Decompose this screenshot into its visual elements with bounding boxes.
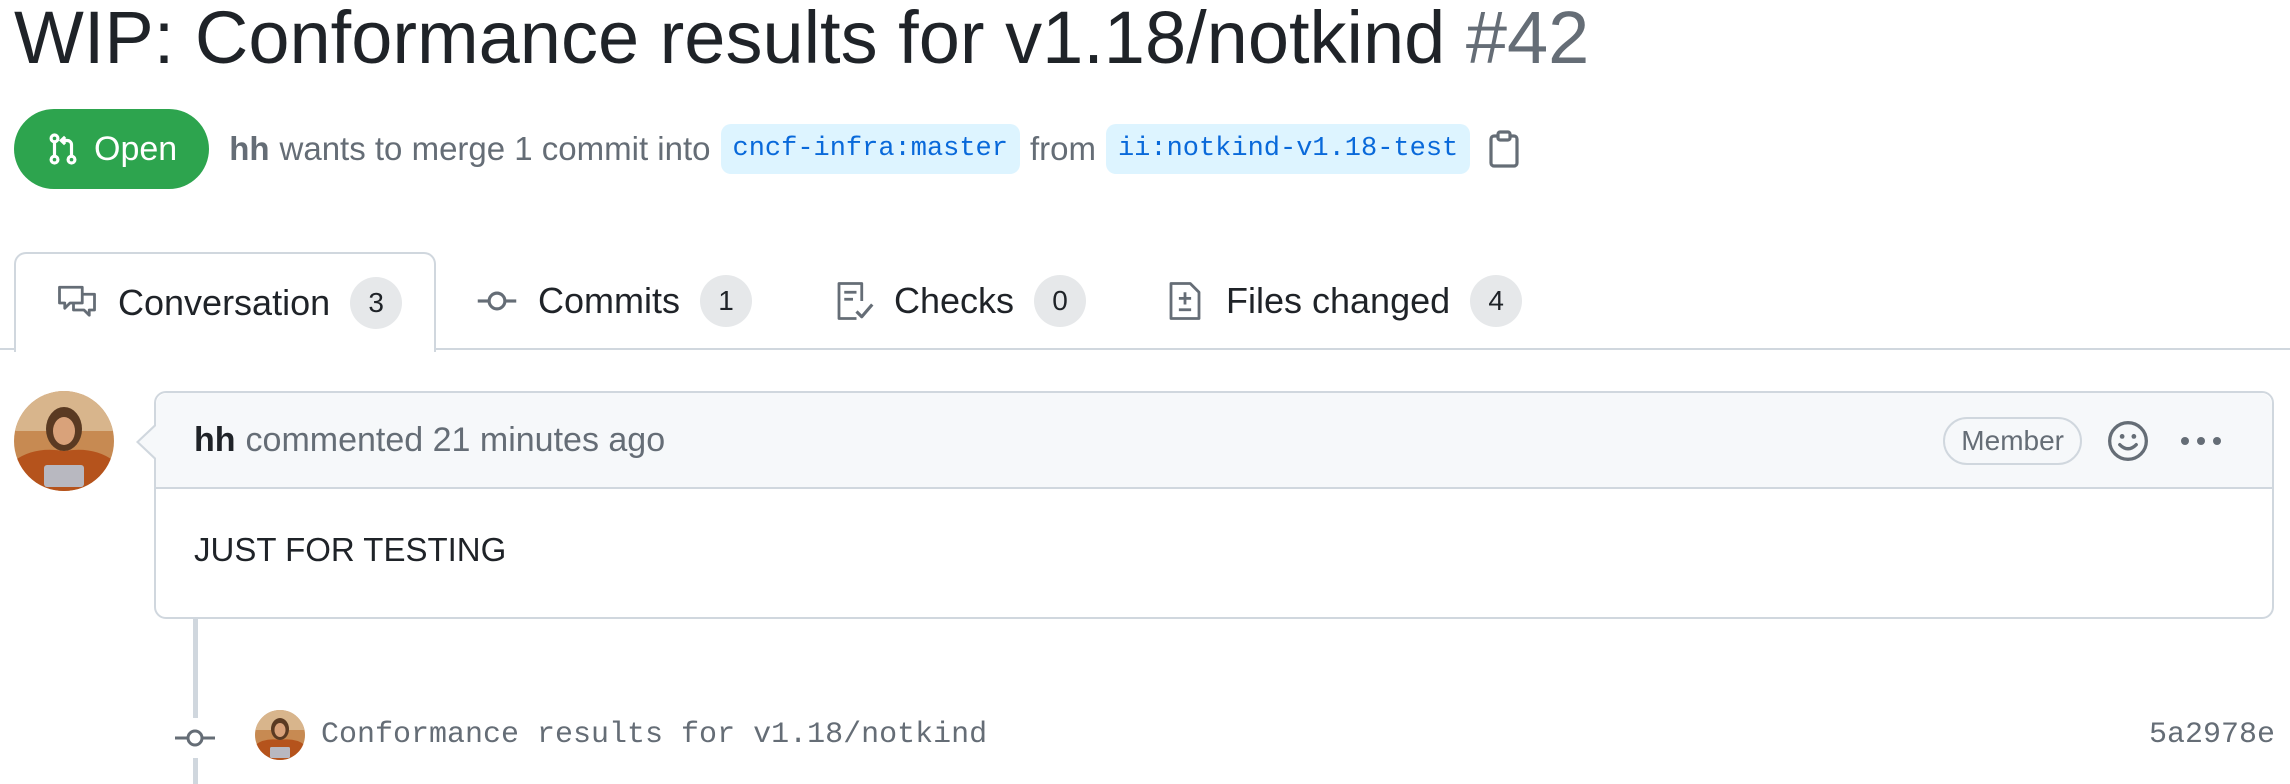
- comment-body: JUST FOR TESTING: [194, 531, 507, 568]
- tab-counter: 1: [700, 275, 752, 327]
- merge-text: wants to merge 1 commit into: [279, 130, 711, 167]
- more-options-button[interactable]: [2178, 423, 2224, 459]
- tab-label: Checks: [894, 280, 1015, 321]
- head-branch[interactable]: ii:notkind-v1.18-test: [1105, 124, 1471, 174]
- tab-commits[interactable]: Commits 1: [476, 252, 752, 350]
- state-badge: Open: [14, 109, 210, 189]
- avatar-image: [255, 710, 305, 760]
- git-commit-icon: [175, 718, 215, 758]
- pr-title: WIP: Conformance results for v1.18/notki…: [14, 0, 1589, 80]
- state-label: Open: [94, 129, 178, 168]
- tab-label: Commits: [538, 280, 680, 321]
- tab-counter: 4: [1470, 275, 1523, 327]
- pr-author-link[interactable]: hh: [229, 130, 269, 168]
- commit-message-link[interactable]: Conformance results for v1.18/notkind: [321, 718, 987, 752]
- git-commit-icon: [477, 291, 517, 311]
- avatar-image: [14, 391, 114, 491]
- comment-card: hh commented 21 minutes ago Member JUST …: [154, 391, 2274, 619]
- comment-arrow-inner: [139, 426, 156, 458]
- base-branch[interactable]: cncf-infra:master: [720, 124, 1020, 174]
- pr-number: #42: [1465, 0, 1590, 79]
- from-text: from: [1029, 130, 1096, 167]
- add-reaction-button[interactable]: [2106, 419, 2150, 463]
- commit-sha-link[interactable]: 5a2978e: [2149, 718, 2275, 752]
- comment-timestamp[interactable]: commented 21 minutes ago: [246, 421, 666, 460]
- merge-info: hh wants to merge 1 commit into cncf-inf…: [229, 124, 1524, 174]
- tab-checks[interactable]: Checks 0: [832, 252, 1087, 350]
- checklist-icon: [837, 282, 874, 320]
- tab-files-changed[interactable]: Files changed 4: [1164, 252, 1523, 350]
- comment-header: hh commented 21 minutes ago Member: [156, 393, 2272, 489]
- tab-label: Conversation: [118, 282, 331, 323]
- file-diff-icon: [1169, 282, 1201, 320]
- comment-author-link[interactable]: hh: [194, 421, 236, 460]
- timeline-commit: Conformance results for v1.18/notkind 5a…: [175, 706, 2275, 770]
- comment-discussion-icon: [58, 285, 96, 317]
- tab-counter: 3: [350, 277, 403, 329]
- avatar[interactable]: [14, 391, 114, 491]
- pr-meta: Open hh wants to merge 1 commit into cnc…: [14, 108, 1524, 190]
- tab-conversation[interactable]: Conversation 3: [14, 252, 436, 352]
- clipboard-icon: [1489, 130, 1519, 168]
- pr-title-text: WIP: Conformance results for v1.18/notki…: [14, 0, 1446, 79]
- commit-author-avatar[interactable]: [255, 710, 305, 760]
- git-pull-request-icon: [49, 133, 77, 165]
- tab-counter: 0: [1034, 275, 1087, 327]
- kebab-horizontal-icon: [2181, 437, 2221, 445]
- pr-tabs: Conversation 3 Commits 1 Checks 0 Files …: [0, 252, 2290, 352]
- tab-label: Files changed: [1226, 280, 1451, 321]
- member-badge: Member: [1943, 417, 2082, 465]
- smiley-icon: [2108, 421, 2148, 461]
- copy-branch-button[interactable]: [1484, 127, 1524, 171]
